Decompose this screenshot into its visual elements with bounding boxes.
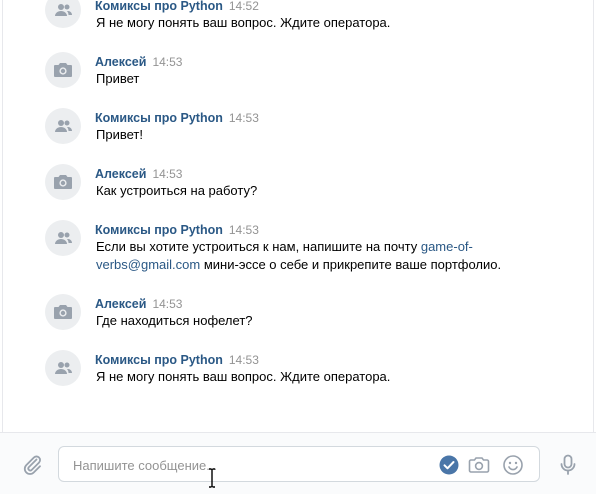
camera-icon [54,305,72,319]
message-author[interactable]: Комиксы про Python 14:53 [95,353,259,367]
avatar[interactable] [45,294,81,330]
message-author[interactable]: Алексей 14:53 [95,167,182,181]
message-author[interactable]: Комиксы про Python 14:52 [95,0,259,13]
message-time: 14:53 [228,353,259,367]
message-author[interactable]: Алексей 14:53 [95,297,182,311]
message-text: Как устроиться на работу? [96,183,258,198]
camera-icon [54,63,72,77]
message-time: 14:53 [228,223,259,237]
avatar[interactable] [45,164,81,200]
message-history: Комиксы про Python 14:52 Я не могу понять… [2,0,594,432]
message-time: 14:53 [152,167,183,181]
group-icon [55,362,72,374]
avatar[interactable] [45,108,81,144]
text-cursor-icon [207,468,217,488]
avatar[interactable] [45,220,81,256]
message-composer [0,432,596,494]
message-time: 14:53 [228,111,259,125]
camera-icon[interactable] [467,453,491,477]
group-icon [55,120,72,132]
message-text: Я не могу понять ваш вопрос. Ждите опера… [96,369,391,384]
message-time: 14:53 [152,297,183,311]
message-input-box[interactable] [58,446,540,482]
paperclip-icon[interactable] [20,453,44,477]
message-text: Где находиться нофелет? [96,313,253,328]
message-author[interactable]: Комиксы про Python 14:53 [95,223,259,237]
message-text: Если вы хотите устроиться к нам, напишит… [96,239,502,272]
camera-icon [54,175,72,189]
message-time: 14:53 [152,55,183,69]
group-icon [55,4,72,16]
message-text: Привет [96,71,140,86]
message-text: Я не могу понять ваш вопрос. Ждите опера… [96,15,391,30]
avatar[interactable] [45,0,81,28]
message-author[interactable]: Алексей 14:53 [95,55,182,69]
message-author[interactable]: Комиксы про Python 14:53 [95,111,259,125]
smile-icon[interactable] [501,453,525,477]
microphone-icon[interactable] [556,453,580,477]
group-icon [55,232,72,244]
message-text: Привет! [96,127,143,142]
avatar[interactable] [45,350,81,386]
message-input[interactable] [71,455,415,475]
message-time: 14:52 [228,0,259,13]
checkmark-icon[interactable] [437,453,461,477]
avatar[interactable] [45,52,81,88]
